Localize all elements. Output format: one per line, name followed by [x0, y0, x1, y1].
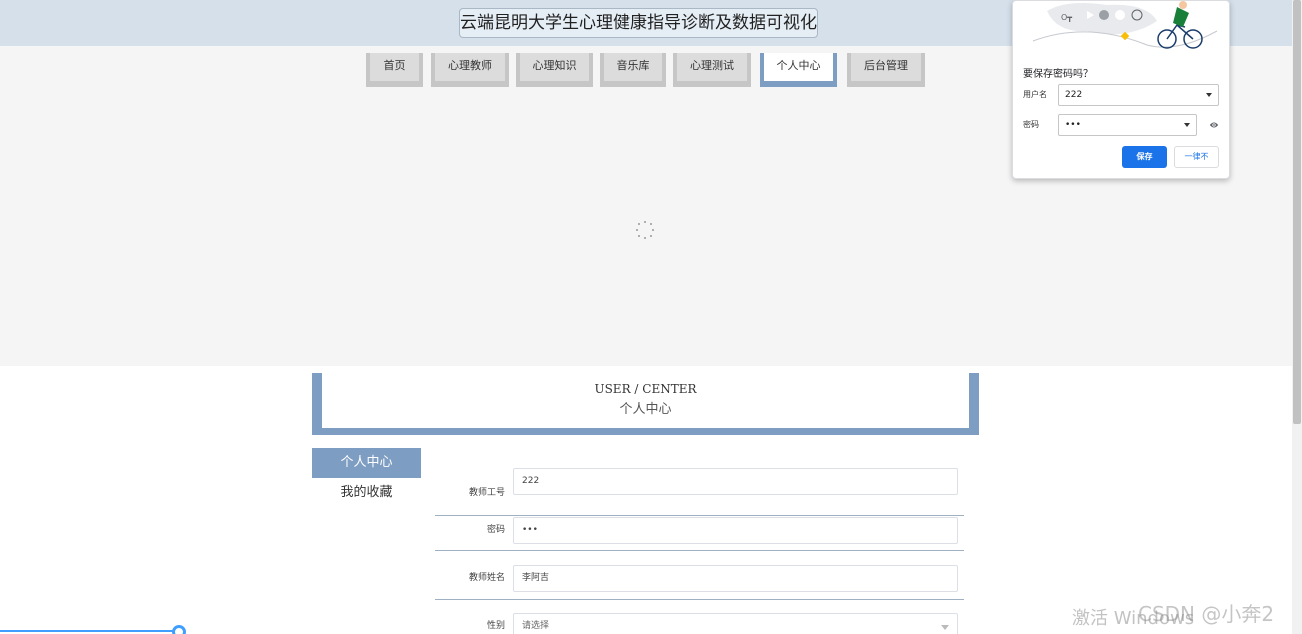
chevron-down-icon [941, 625, 949, 630]
side-item-favorites[interactable]: 我的收藏 [312, 478, 421, 508]
teacher-name-label: 教师姓名 [468, 573, 505, 583]
nav-psych-teachers-label: 心理教师 [435, 53, 505, 81]
form-row-teacher-name: 教师姓名 李阿吉 [435, 565, 964, 600]
loading-spinner-icon [636, 221, 654, 239]
form-row-gender: 性别 请选择 [435, 613, 964, 634]
nav-user-center-label: 个人中心 [764, 53, 833, 81]
nav-psych-knowledge[interactable]: 心理知识 [516, 53, 593, 87]
banner-title-zh: 个人中心 [619, 402, 672, 417]
username-label: 用户名 [1023, 90, 1047, 99]
password-popup-select[interactable]: ••• [1058, 114, 1197, 136]
form-row-password: 密码 ••• [435, 517, 964, 551]
csdn-watermark: CSDN @小奔2 [1138, 602, 1275, 626]
nav-home-label: 首页 [370, 53, 419, 81]
main-nav: 首页 心理教师 心理知识 音乐库 心理测试 个人中心 后台管理 [0, 53, 1292, 89]
username-value: 222 [1065, 90, 1083, 100]
gender-label: 性别 [486, 621, 505, 631]
svg-text:O┳: O┳ [1061, 13, 1072, 23]
save-password-popup: O┳ 要保存密码吗？ 用户名 222 密码 ••• 保存 一律不 [1012, 0, 1230, 179]
password-popup-value: ••• [1065, 120, 1081, 130]
progress-bar [0, 630, 178, 632]
page-scrollbar[interactable] [1292, 0, 1302, 634]
teacher-id-input[interactable]: 222 [513, 468, 958, 495]
nav-psych-teachers[interactable]: 心理教师 [431, 53, 509, 87]
gender-select[interactable]: 请选择 [513, 613, 958, 634]
chevron-down-icon [1184, 123, 1190, 127]
never-save-button[interactable]: 一律不 [1174, 146, 1219, 168]
side-item-user-center[interactable]: 个人中心 [312, 448, 421, 478]
user-center-banner: USER / CENTER 个人中心 [312, 373, 979, 435]
chevron-down-icon [1206, 93, 1212, 97]
banner-title-en: USER / CENTER [594, 382, 697, 396]
gender-select-value: 请选择 [522, 621, 550, 631]
save-password-button[interactable]: 保存 [1122, 146, 1167, 168]
nav-home[interactable]: 首页 [366, 53, 423, 87]
teacher-id-label: 教师工号 [468, 488, 505, 498]
teacher-name-input[interactable]: 李阿吉 [513, 565, 958, 592]
password-label: 密码 [486, 525, 505, 535]
password-input[interactable]: ••• [513, 517, 958, 544]
nav-user-center[interactable]: 个人中心 [760, 53, 837, 87]
nav-psych-test[interactable]: 心理测试 [673, 53, 751, 87]
eye-icon[interactable] [1209, 120, 1219, 130]
nav-psych-test-label: 心理测试 [677, 53, 747, 81]
nav-admin-label: 后台管理 [851, 53, 921, 81]
nav-music-library[interactable]: 音乐库 [600, 53, 666, 87]
key-bike-illustration-icon: O┳ [1032, 1, 1218, 49]
progress-handle[interactable] [172, 625, 186, 634]
scrollbar-thumb[interactable] [1293, 0, 1301, 424]
side-menu: 个人中心 我的收藏 [312, 448, 421, 508]
nav-admin[interactable]: 后台管理 [847, 53, 925, 87]
site-title: 云端昆明大学生心理健康指导诊断及数据可视化 [459, 8, 818, 38]
nav-psych-knowledge-label: 心理知识 [520, 53, 589, 81]
nav-music-library-label: 音乐库 [604, 53, 662, 81]
password-popup-label: 密码 [1023, 120, 1039, 129]
form-row-teacher-id: 教师工号 222 [435, 468, 964, 516]
